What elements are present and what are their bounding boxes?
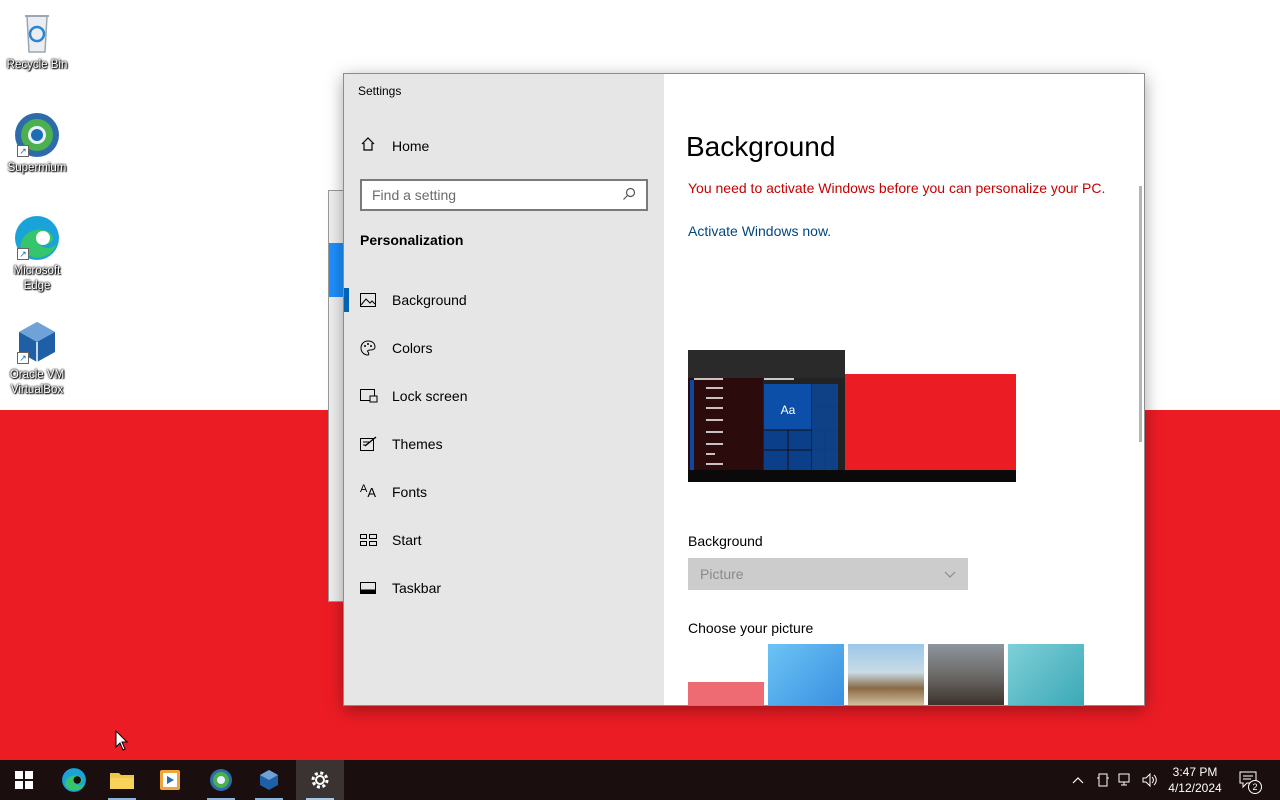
- activation-warning: You need to activate Windows before you …: [688, 180, 1106, 196]
- fonts-icon: AA: [360, 483, 377, 500]
- nav-item-label: Themes: [392, 436, 443, 452]
- show-hidden-icons-button[interactable]: [1068, 760, 1088, 800]
- nav-home[interactable]: Home: [360, 136, 429, 155]
- mouse-cursor-icon: [115, 729, 129, 757]
- network-icon: [1118, 773, 1130, 786]
- picture-thumbnail[interactable]: [848, 644, 924, 705]
- activate-windows-link[interactable]: Activate Windows now.: [688, 223, 831, 239]
- nav-item-label: Colors: [392, 340, 433, 356]
- action-center-button[interactable]: 2: [1234, 760, 1262, 800]
- nav-item-label: Background: [392, 292, 467, 308]
- supermium-icon: ↗: [13, 111, 61, 159]
- nav-item-label: Fonts: [392, 484, 428, 500]
- picture-icon: [344, 293, 392, 307]
- picture-thumbnail[interactable]: [928, 644, 1004, 705]
- desktop-icon-supermium[interactable]: ↗ Supermium: [0, 111, 74, 176]
- taskbar-supermium[interactable]: [197, 760, 245, 800]
- shortcut-arrow-icon: ↗: [17, 145, 29, 157]
- nav-item-start[interactable]: Start: [344, 520, 664, 560]
- edge-icon: ↗: [13, 214, 61, 262]
- desktop-icon-recycle-bin[interactable]: Recycle Bin: [0, 8, 74, 73]
- nav-item-label: Lock screen: [392, 388, 468, 404]
- gear-icon: [311, 771, 329, 789]
- taskbar-edge[interactable]: [50, 760, 98, 800]
- chevron-down-icon: [944, 566, 956, 582]
- desktop-icon-virtualbox[interactable]: ↗ Oracle VM VirtualBox: [0, 318, 74, 398]
- virtualbox-icon: ↗: [13, 318, 61, 366]
- nav-item-background[interactable]: Background: [344, 280, 664, 320]
- chevron-up-icon: [1072, 777, 1084, 784]
- picture-thumbnail[interactable]: [688, 682, 764, 705]
- shortcut-arrow-icon: ↗: [17, 352, 29, 364]
- nav-item-lock-screen[interactable]: Lock screen: [344, 376, 664, 416]
- desktop-icon-label: Recycle Bin: [6, 59, 68, 71]
- nav-item-taskbar[interactable]: Taskbar: [344, 568, 664, 608]
- picture-thumbnail[interactable]: [768, 644, 844, 705]
- themes-icon: [344, 436, 392, 452]
- home-icon: [360, 136, 376, 155]
- desktop-icon-label: Supermium: [7, 162, 67, 174]
- nav-item-label: Taskbar: [392, 580, 442, 596]
- taskbar-file-explorer[interactable]: [98, 760, 146, 800]
- nav-item-colors[interactable]: Colors: [344, 328, 664, 368]
- volume-icon: [1142, 773, 1157, 787]
- desktop-icon-edge[interactable]: ↗ Microsoft Edge: [0, 214, 74, 294]
- tray-device-button[interactable]: [1094, 760, 1112, 800]
- palette-icon: [344, 340, 392, 356]
- background-type-dropdown[interactable]: Picture: [688, 558, 968, 590]
- tray-volume-button[interactable]: [1140, 760, 1160, 800]
- shortcut-arrow-icon: ↗: [17, 248, 29, 260]
- background-type-label: Background: [688, 533, 763, 549]
- background-preview: Aa: [688, 350, 1016, 482]
- nav-item-fonts[interactable]: AA Fonts: [344, 472, 664, 512]
- recycle-bin-icon: [13, 8, 61, 56]
- picture-thumbnail[interactable]: [1008, 644, 1084, 705]
- nav-section-title: Personalization: [360, 232, 464, 248]
- dropdown-value: Picture: [700, 566, 744, 582]
- edge-icon: [62, 768, 86, 792]
- folder-icon: [110, 773, 134, 789]
- notification-count-badge: 2: [1248, 780, 1262, 794]
- search-placeholder: Find a setting: [372, 187, 457, 203]
- choose-picture-label: Choose your picture: [688, 620, 814, 636]
- taskbar-icon: [344, 582, 392, 594]
- taskbar-media[interactable]: [146, 760, 194, 800]
- page-title: Background: [686, 131, 836, 162]
- nav-item-themes[interactable]: Themes: [344, 424, 664, 464]
- settings-content-pane: Background You need to activate Windows …: [664, 74, 1144, 705]
- supermium-icon: [210, 769, 232, 791]
- settings-window: Settings Home Find a setting Personaliza…: [343, 73, 1145, 706]
- desktop-icon-label: Oracle VM VirtualBox: [9, 369, 65, 396]
- window-title: Settings: [358, 84, 402, 98]
- scrollbar[interactable]: [1139, 186, 1142, 442]
- clock-time: 3:47 PM: [1172, 765, 1218, 779]
- taskbar-settings[interactable]: [296, 760, 344, 800]
- search-icon: [622, 187, 636, 204]
- start-icon: [344, 534, 392, 546]
- desktop-icon-label: Microsoft Edge: [13, 265, 61, 292]
- nav-item-label: Start: [392, 532, 422, 548]
- clock-date: 4/12/2024: [1168, 781, 1222, 795]
- preview-sample-text: Aa: [781, 403, 796, 417]
- windows-logo-icon: [15, 771, 33, 789]
- settings-nav-pane: Settings Home Find a setting Personaliza…: [344, 74, 664, 705]
- taskbar: 3:47 PM 4/12/2024 2: [0, 760, 1280, 800]
- tray-network-button[interactable]: [1117, 760, 1135, 800]
- taskbar-virtualbox[interactable]: [245, 760, 293, 800]
- lock-screen-icon: [344, 389, 392, 403]
- taskbar-clock[interactable]: 3:47 PM 4/12/2024: [1160, 764, 1230, 796]
- nav-home-label: Home: [392, 137, 430, 154]
- media-player-icon: [160, 770, 180, 790]
- start-button[interactable]: [0, 760, 48, 800]
- device-icon: [1097, 773, 1109, 787]
- picture-thumbnails: [688, 644, 1088, 705]
- virtualbox-icon: [260, 770, 278, 790]
- search-input[interactable]: Find a setting: [360, 179, 648, 211]
